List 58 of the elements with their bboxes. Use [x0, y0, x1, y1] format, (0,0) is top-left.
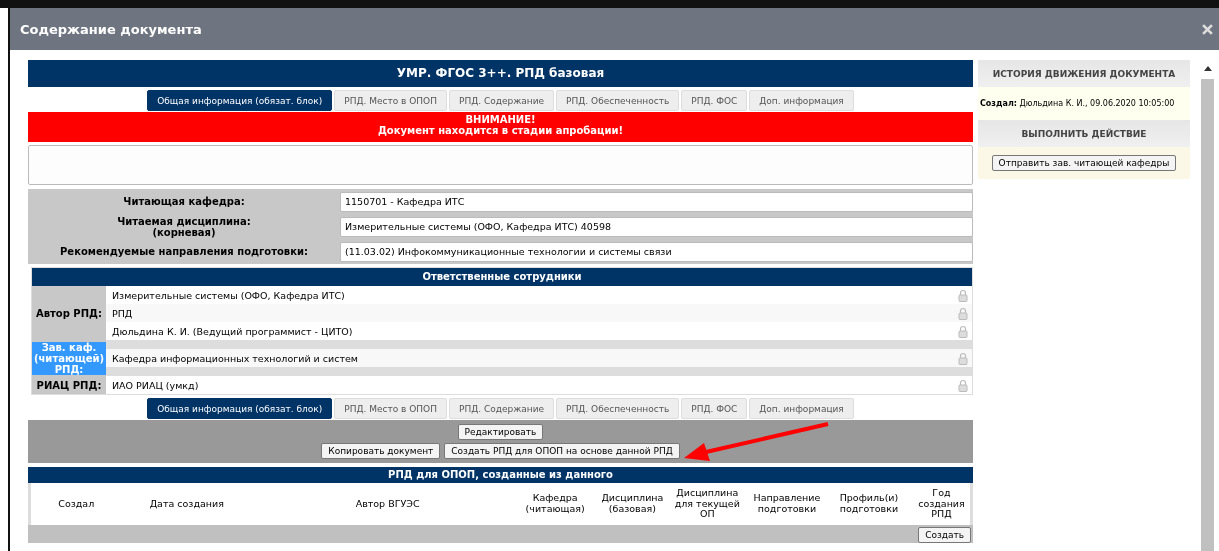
tab[interactable]: РПД. Содержание	[449, 398, 555, 419]
text-area[interactable]	[28, 145, 973, 185]
window-title: Содержание документа	[20, 21, 202, 37]
history-entry: Создал: Дюльдина К. И., 09.06.2020 10:05:00	[978, 87, 1190, 120]
column-header: Автор ВГУЭС	[354, 498, 421, 510]
warning-text: Документ находится в стадии апробации!	[376, 125, 625, 136]
tab[interactable]: РПД. ФОС	[681, 90, 748, 111]
column-header: Дата создания	[148, 498, 225, 510]
employee-text: ИАО РИАЦ (умкд)	[112, 379, 199, 391]
copy-button[interactable]: Копировать документ	[321, 443, 441, 459]
panel-header: ВЫПОЛНИТЬ ДЕЙСТВИЕ	[978, 120, 1190, 147]
column-header: Профиль(и) подготовки	[838, 493, 900, 515]
create-from-button[interactable]: Создать РПД для ОПОП на основе данной РПД	[444, 443, 680, 459]
tab[interactable]: Доп. информация	[749, 398, 854, 419]
tab[interactable]: РПД. ФОС	[681, 398, 748, 419]
column-header: Дисциплина (базовая)	[600, 493, 665, 515]
tab[interactable]: Доп. информация	[749, 90, 854, 111]
employee-text: РПД	[112, 307, 133, 319]
field-value[interactable]: Измерительные системы (ОФО, Кафедра ИТС) 40598	[340, 216, 973, 237]
field-label: Читающая кафедра:	[122, 196, 246, 207]
create-button[interactable]: Создать	[918, 527, 971, 543]
field-label: Рекомендуемые направления подготовки:	[59, 246, 309, 257]
scroll-thumb[interactable]	[1201, 79, 1214, 551]
column-header: Направление подготовки	[752, 493, 822, 515]
scroll-up-icon[interactable]	[1203, 66, 1212, 71]
section-header: Ответственные сотрудники	[32, 268, 972, 286]
tab[interactable]: РПД. Место в ОПОП	[334, 398, 447, 419]
lock-icon[interactable]	[958, 288, 968, 302]
lock-icon[interactable]	[958, 306, 968, 320]
send-button[interactable]: Отправить зав. читающей кафедры	[991, 155, 1177, 171]
tab[interactable]: РПД. Обеспеченность	[556, 90, 680, 111]
edit-button[interactable]: Редактировать	[457, 424, 544, 440]
role-label: Зав. каф. (читающей) РПД:	[32, 341, 106, 375]
field-value[interactable]: 1150701 - Кафедра ИТС	[340, 191, 973, 212]
role-label: Автор РПД:	[36, 307, 102, 319]
employee-text: Измерительные системы (ОФО, Кафедра ИТС)	[112, 289, 345, 301]
role-label: РИАЦ РПД:	[36, 379, 102, 391]
warning-text: ВНИМАНИЕ!	[464, 114, 537, 125]
column-header: Год создания РПД	[917, 487, 966, 521]
lock-icon[interactable]	[958, 351, 968, 365]
tab[interactable]: РПД. Содержание	[449, 90, 555, 111]
column-header: Кафедра (читающая)	[524, 493, 586, 515]
section-header: РПД для ОПОП, созданные из данного	[28, 467, 973, 483]
close-icon[interactable]	[1202, 23, 1213, 35]
tab[interactable]: РПД. Место в ОПОП	[334, 90, 447, 111]
employee-text: Кафедра информационных технологий и систем	[112, 352, 358, 364]
lock-icon[interactable]	[958, 324, 968, 338]
field-label: Читаемая дисциплина: (корневая)	[116, 215, 252, 238]
column-header: Создал	[57, 498, 96, 510]
panel-header: ИСТОРИЯ ДВИЖЕНИЯ ДОКУМЕНТА	[978, 60, 1190, 87]
tab[interactable]: Общая информация (обязат. блок)	[147, 398, 333, 419]
tab[interactable]: РПД. Обеспеченность	[556, 398, 680, 419]
column-header: Дисциплина для текущей ОП	[673, 487, 741, 521]
field-value[interactable]: (11.03.02) Инфокоммуникационные технологии и системы связи	[340, 241, 973, 262]
document-title: УМР. ФГОС 3++. РПД базовая	[28, 60, 973, 87]
tab[interactable]: Общая информация (обязат. блок)	[147, 90, 333, 111]
lock-icon[interactable]	[958, 378, 968, 392]
employee-text: Дюльдина К. И. (Ведущий программист - ЦИТО)	[112, 325, 353, 337]
